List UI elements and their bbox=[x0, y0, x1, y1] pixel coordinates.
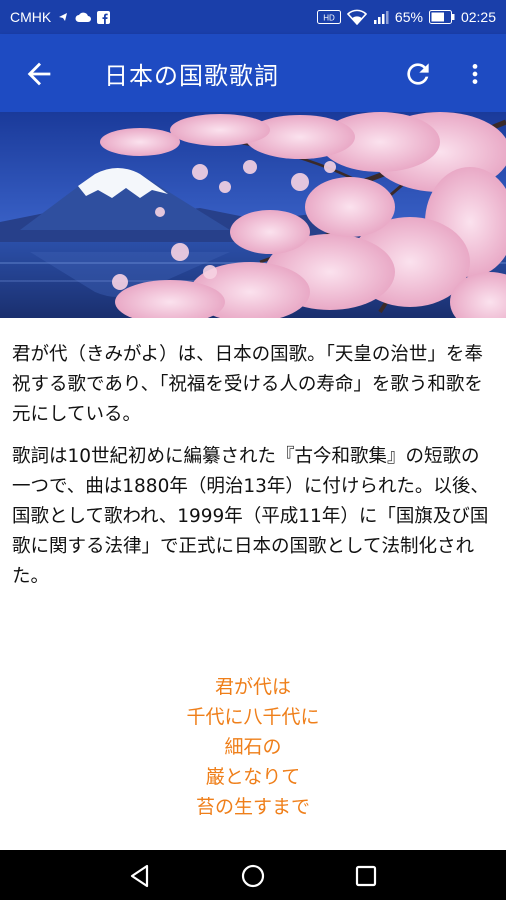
clock: 02:25 bbox=[460, 9, 496, 25]
system-nav-bar bbox=[0, 850, 506, 900]
hd-badge-icon: HD bbox=[316, 10, 341, 24]
anthem-lyrics: 君が代は 千代に八千代に 細石の 巌となりて 苔の生すまで bbox=[0, 672, 506, 822]
lyric-line: 君が代は bbox=[214, 676, 291, 698]
refresh-icon[interactable] bbox=[402, 58, 434, 90]
wifi-icon bbox=[346, 9, 367, 25]
status-bar: CMHK HD 65% 02:25 bbox=[0, 0, 506, 34]
circle-home-icon[interactable] bbox=[239, 862, 267, 890]
hero-image bbox=[0, 112, 506, 318]
lyric-line: 苔の生すまで bbox=[195, 796, 310, 818]
page-title: 日本の国歌歌詞 bbox=[104, 62, 279, 90]
status-right: HD 65% 02:25 bbox=[316, 9, 496, 25]
cell-signal-icon bbox=[373, 11, 389, 24]
app-bar: 日本の国歌歌詞 bbox=[0, 34, 506, 112]
article-body: 君が代（きみがよ）は、日本の国歌。「天皇の治世」を奉祝する歌であり、「祝福を受け… bbox=[12, 340, 498, 604]
lyric-line: 巌となりて bbox=[205, 766, 301, 788]
carrier-label: CMHK bbox=[10, 9, 52, 25]
more-vert-icon[interactable] bbox=[462, 58, 488, 90]
svg-text:HD: HD bbox=[323, 14, 335, 23]
lyric-line: 千代に八千代に bbox=[186, 706, 320, 728]
signal-arrow-icon bbox=[59, 13, 68, 21]
cloud-icon bbox=[75, 12, 92, 22]
intro-paragraph: 君が代（きみがよ）は、日本の国歌。「天皇の治世」を奉祝する歌であり、「祝福を受け… bbox=[12, 344, 483, 425]
battery-icon bbox=[428, 10, 455, 24]
facebook-icon bbox=[97, 10, 111, 24]
fuji-sakura-illustration bbox=[0, 112, 506, 318]
history-paragraph: 歌詞は10世紀初めに編纂された『古今和歌集』の短歌の一つで、曲は1880年（明治… bbox=[12, 446, 489, 587]
battery-percent: 65% bbox=[394, 9, 423, 25]
arrow-back-icon[interactable] bbox=[22, 57, 56, 91]
lyric-line: 細石の bbox=[224, 736, 282, 758]
status-left: CMHK bbox=[10, 9, 111, 25]
square-recents-icon[interactable] bbox=[352, 862, 380, 890]
triangle-back-icon[interactable] bbox=[126, 862, 154, 890]
